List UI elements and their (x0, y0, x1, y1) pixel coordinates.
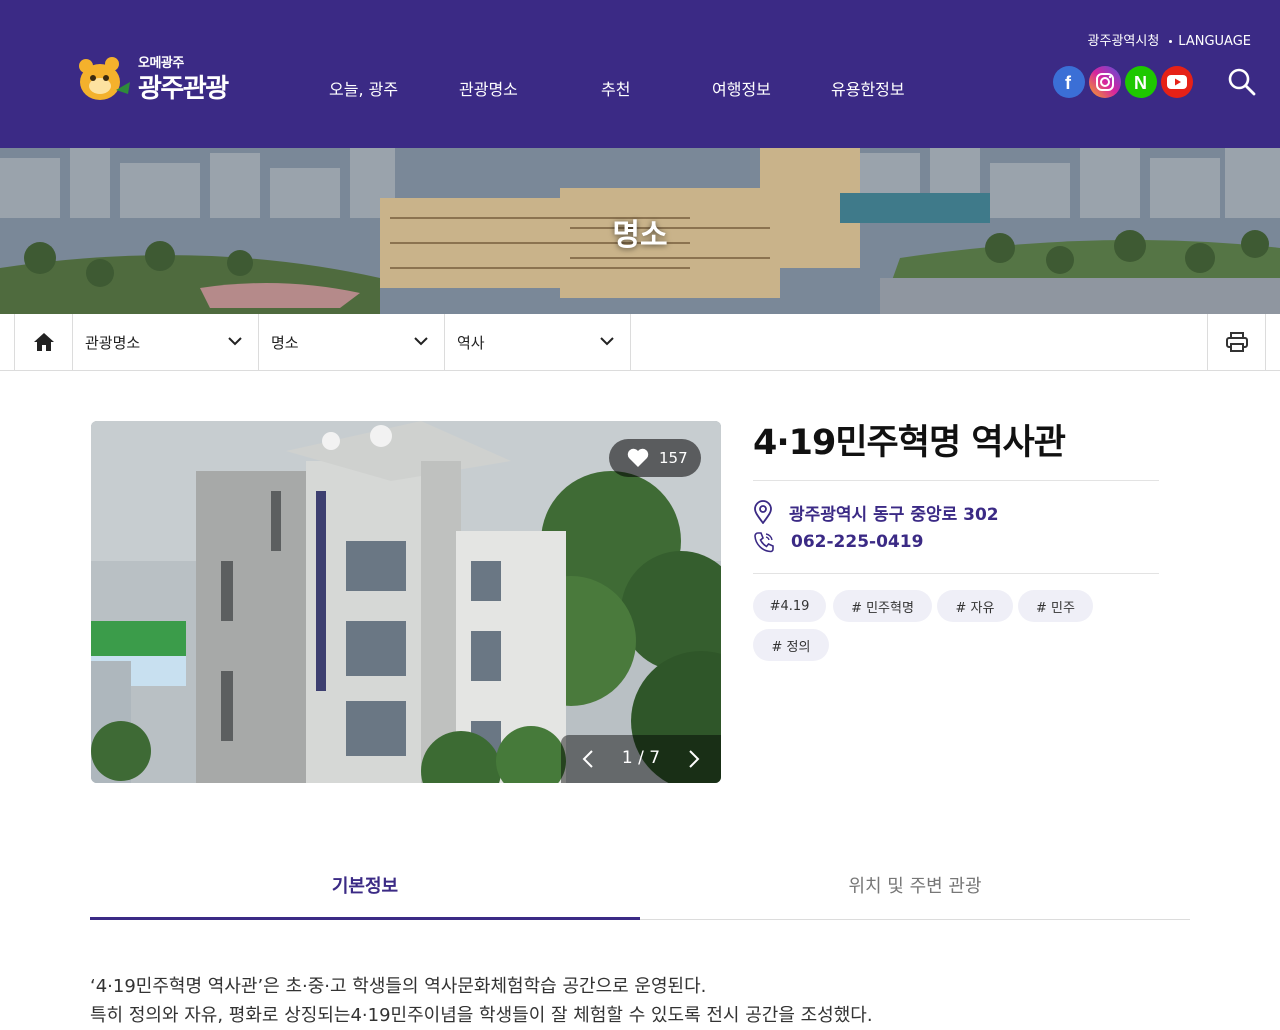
location-select-label: 역사 (457, 334, 485, 352)
tag-chip[interactable]: # 자유 (937, 590, 1013, 622)
tag-chip[interactable]: # 정의 (753, 629, 829, 661)
location-select-depth3[interactable]: 역사 (445, 314, 631, 370)
nav-attractions[interactable]: 관광명소 (459, 76, 518, 100)
youtube-icon[interactable] (1161, 66, 1193, 98)
tag-chip[interactable]: #4.19 (753, 590, 826, 622)
tab-location-nearby[interactable]: 위치 및 주변 관광 (640, 850, 1190, 920)
location-select-label: 관광명소 (85, 334, 141, 352)
like-count: 157 (659, 449, 688, 467)
mascot-icon (79, 57, 130, 100)
photo-gallery[interactable]: 157 1 / 7 (91, 421, 721, 783)
divider (753, 573, 1159, 574)
description-line: ‘4·19민주혁명 역사관’은 초·중·고 학생들의 역사문화체험학습 공간으로… (90, 976, 707, 997)
address-row: 광주광역시 동구 중앙로 302 (753, 500, 999, 525)
chevron-down-icon (600, 337, 614, 346)
heart-icon (627, 448, 649, 467)
tag-chip[interactable]: # 민주 (1018, 590, 1093, 622)
location-pin-icon (754, 500, 772, 524)
divider (753, 480, 1159, 481)
utility-links: 광주광역시청 LANGUAGE (1082, 30, 1251, 49)
description-line: 특히 정의와 자유, 평화로 상징되는4·19민주이념을 학생들이 잘 체험할 … (90, 1005, 873, 1026)
address-text: 광주광역시 동구 중앙로 302 (789, 504, 999, 525)
chevron-down-icon (414, 337, 428, 346)
location-select-depth2[interactable]: 명소 (259, 314, 445, 370)
facebook-icon[interactable]: f (1053, 66, 1085, 98)
page-banner: 명소 (0, 148, 1280, 314)
gallery-pager: 1 / 7 (561, 735, 721, 783)
city-hall-link[interactable]: 광주광역시청 (1088, 34, 1160, 49)
tab-label: 기본정보 (331, 876, 399, 897)
tag-chip[interactable]: # 민주혁명 (833, 590, 932, 622)
phone-text[interactable]: 062-225-0419 (791, 532, 923, 552)
page-title: 4·19민주혁명 역사관 (753, 423, 1066, 463)
svg-text:f: f (1065, 73, 1072, 93)
phone-icon (754, 532, 774, 553)
instagram-icon[interactable] (1089, 66, 1121, 98)
chevron-right-icon[interactable] (683, 749, 703, 769)
nav-travel-info[interactable]: 여행정보 (712, 76, 771, 100)
nav-today-gwangju[interactable]: 오늘, 광주 (329, 76, 398, 100)
home-icon[interactable] (14, 314, 73, 370)
search-icon[interactable] (1226, 66, 1258, 98)
site-logo[interactable]: 오메광주 광주관광 (72, 50, 252, 106)
phone-row: 062-225-0419 (753, 530, 923, 554)
description: ‘4·19민주혁명 역사관’은 초·중·고 학생들의 역사문화체험학습 공간으로… (90, 972, 1190, 1030)
logo-title: 광주관광 (138, 74, 229, 104)
chevron-down-icon (228, 337, 242, 346)
naver-icon[interactable]: N (1125, 66, 1157, 98)
tab-basic-info[interactable]: 기본정보 (90, 850, 640, 920)
language-link[interactable]: LANGUAGE (1178, 34, 1251, 49)
like-button[interactable]: 157 (609, 439, 701, 477)
tab-label: 위치 및 주변 관광 (848, 876, 982, 897)
nav-recommend[interactable]: 추천 (601, 76, 630, 100)
separator-dot (1169, 40, 1173, 43)
site-header: 오메광주 광주관광 오늘, 광주 관광명소 추천 여행정보 유용한정보 광주광역… (0, 0, 1280, 148)
location-bar: 관광명소 명소 역사 (0, 314, 1280, 371)
print-icon[interactable] (1207, 314, 1266, 370)
nav-useful-info[interactable]: 유용한정보 (831, 76, 905, 100)
banner-title: 명소 (612, 218, 668, 253)
location-select-depth1[interactable]: 관광명소 (73, 314, 259, 370)
svg-text:N: N (1134, 73, 1147, 93)
location-select-label: 명소 (271, 334, 299, 352)
